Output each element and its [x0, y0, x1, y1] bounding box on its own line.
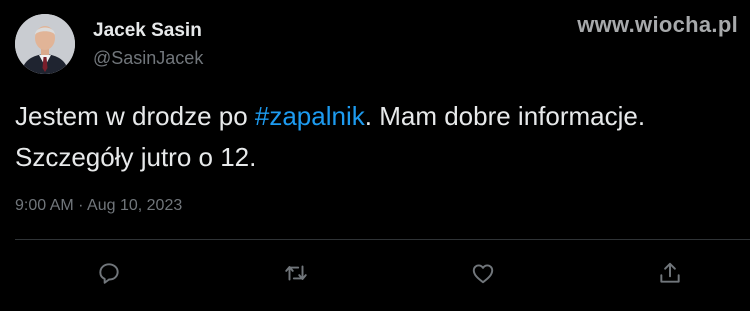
share-icon: [657, 260, 683, 286]
like-button[interactable]: [468, 258, 498, 288]
reply-icon: [96, 260, 122, 286]
author-name[interactable]: Jacek Sasin: [93, 20, 202, 42]
reply-button[interactable]: [94, 258, 124, 288]
tweet-text-line-1: Jestem w drodze po #zapalnik. Mam dobre …: [15, 96, 745, 137]
hashtag-link[interactable]: #zapalnik: [255, 101, 365, 131]
tweet-text: Jestem w drodze po #zapalnik. Mam dobre …: [15, 96, 745, 178]
tweet-text-before: Jestem w drodze po: [15, 101, 255, 131]
watermark: www.wiocha.pl: [577, 12, 738, 37]
tweet-text-line-2: Szczegóły jutro o 12.: [15, 142, 257, 172]
retweet-icon: [283, 260, 309, 286]
retweet-button[interactable]: [281, 258, 311, 288]
action-bar: [0, 252, 750, 292]
share-button[interactable]: [655, 258, 685, 288]
avatar[interactable]: [15, 14, 75, 74]
tweet-card: Jacek Sasin @SasinJacek www.wiocha.pl Je…: [0, 0, 750, 311]
divider: [15, 239, 750, 240]
tweet-timestamp[interactable]: 9:00 AM · Aug 10, 2023: [15, 197, 182, 215]
like-icon: [470, 260, 496, 286]
author-handle[interactable]: @SasinJacek: [93, 48, 203, 69]
tweet-text-after: . Mam dobre informacje.: [364, 101, 646, 131]
